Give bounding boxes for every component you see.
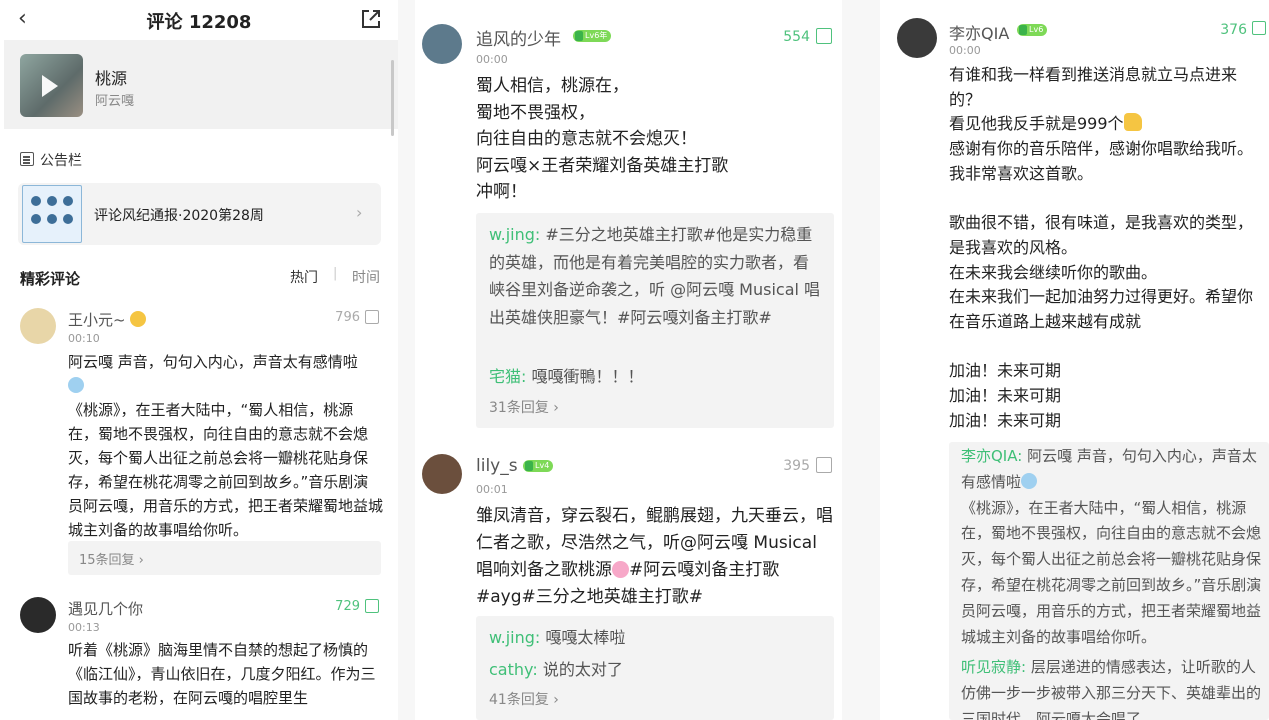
play-icon[interactable]: [42, 75, 58, 97]
reply-preview[interactable]: w.jing: #三分之地英雄主打歌#他是实力稳重的英雄，而他是有着完美唱腔的实…: [476, 213, 834, 428]
comment-username[interactable]: 王小元~: [68, 309, 147, 330]
level-badge: Lv6年: [573, 30, 612, 42]
level-badge: Lv4: [523, 460, 554, 472]
flower-emoji-icon: [612, 561, 629, 578]
reply-line: 宅猫: 嘎嘎衝鴨！！！: [489, 367, 644, 386]
comments-panel-middle: 追风的少年 Lv6年 00:00 554 蜀人相信，桃源在， 蜀地不畏强权， 向…: [415, 0, 842, 720]
reply-count[interactable]: 15条回复 ›: [79, 549, 144, 568]
bulletin-card[interactable]: 评论风纪通报·2020第28周 ›: [18, 183, 381, 245]
comment-username[interactable]: 遇见几个你: [68, 598, 143, 619]
song-card[interactable]: 桃源 阿云嘎: [4, 40, 398, 129]
song-title: 桃源: [95, 69, 128, 88]
thumbs-up-icon[interactable]: [1252, 21, 1266, 35]
share-icon[interactable]: [360, 8, 382, 30]
comment-time: 00:10: [68, 332, 100, 345]
comment-username[interactable]: lily_s: [476, 456, 518, 476]
reply-line: w.jing: 嘎嘎太棒啦: [489, 628, 626, 647]
reply-line: w.jing: #三分之地英雄主打歌#他是实力稳重的英雄，而他是有着完美唱腔的实…: [489, 225, 821, 327]
comment-body: 有谁和我一样看到推送消息就立马点进来的？ 看见他我反手就是999个 感谢有你的音…: [949, 65, 1254, 430]
song-artist[interactable]: 阿云嘎: [95, 90, 134, 109]
crying-emoji-icon: [68, 377, 84, 393]
thumbs-up-icon[interactable]: [365, 310, 379, 324]
reply-line: 听见寂静: 层层递进的情感表达，让听歌的人仿佛一步一步被带入那三分天下、英雄辈出…: [961, 658, 1262, 720]
comment-time: 00:01: [476, 483, 508, 496]
like-count: 376: [1220, 22, 1247, 38]
comment-time: 00:00: [949, 44, 981, 57]
reply-preview[interactable]: w.jing: 嘎嘎太棒啦 cathy: 说的太对了 41条回复 ›: [476, 616, 834, 720]
reply-preview[interactable]: 15条回复 ›: [68, 541, 381, 575]
album-cover[interactable]: [20, 54, 83, 117]
reply-line: 李亦QIA: 阿云嘎 声音，句句入内心，声音太有感情啦 《桃源》，在王者大陆中，…: [961, 447, 1262, 646]
notice-label: 公告栏: [40, 153, 82, 169]
avatar[interactable]: [20, 597, 56, 633]
crying-emoji-icon: [1021, 472, 1038, 489]
comment-time: 00:00: [476, 53, 508, 66]
like-count: 554: [783, 29, 810, 45]
thinking-emoji-icon: [130, 311, 147, 327]
document-icon: [20, 152, 34, 166]
comment-username[interactable]: 李亦QIA: [949, 20, 1009, 44]
bulletin-thumbnail: [22, 185, 82, 243]
reply-count[interactable]: 31条回复 ›: [489, 397, 559, 417]
comment-body: 蜀人相信，桃源在， 蜀地不畏强权， 向往自由的意志就不会熄灭！ 阿云嘎×王者荣耀…: [476, 76, 729, 202]
avatar[interactable]: [422, 24, 462, 64]
avatar[interactable]: [20, 308, 56, 344]
avatar[interactable]: [897, 18, 937, 58]
section-title: 精彩评论: [20, 270, 81, 288]
thumbs-up-emoji-icon: [1123, 113, 1142, 132]
comment-body: 听着《桃源》脑海里情不自禁的想起了杨慎的《临江仙》，青山依旧在，几度夕阳红。作为…: [68, 641, 376, 707]
like-count: 729: [335, 599, 360, 614]
comment-username[interactable]: 追风的少年: [476, 25, 561, 50]
comment-body: 阿云嘎 声音，句句入内心，声音太有感情啦 《桃源》，在王者大陆中，“蜀人相信，桃…: [68, 353, 384, 539]
thumbs-up-icon[interactable]: [816, 28, 832, 44]
like-count: 796: [335, 310, 360, 325]
thumbs-up-icon[interactable]: [365, 599, 379, 613]
page-title: 评论 12208: [146, 12, 252, 33]
panel-divider: [842, 0, 880, 720]
bulletin-title: 评论风纪通报·2020第28周: [94, 208, 264, 224]
comments-panel-left: ‹ 评论 12208 桃源 阿云嘎 公告栏 评论风纪通报·2020第28周 › …: [0, 0, 398, 720]
sort-divider: |: [333, 266, 338, 281]
like-count: 395: [783, 458, 810, 474]
comment-time: 00:13: [68, 621, 100, 634]
chevron-right-icon: ›: [356, 203, 363, 222]
reply-count[interactable]: 41条回复 ›: [489, 689, 559, 709]
level-badge: Lv6: [1017, 24, 1048, 36]
scrollbar[interactable]: [391, 60, 394, 136]
sort-time-tab[interactable]: 时间: [352, 267, 380, 287]
panel-divider: [398, 0, 415, 720]
reply-preview[interactable]: 李亦QIA: 阿云嘎 声音，句句入内心，声音太有感情啦 《桃源》，在王者大陆中，…: [949, 442, 1269, 720]
comment-body: 雏凤清音，穿云裂石，鲲鹏展翅，九天垂云，唱仁者之歌，尽浩然之气，听@阿云嘎 Mu…: [476, 506, 833, 607]
comments-panel-right: 李亦QIA Lv6 00:00 376 有谁和我一样看到推送消息就立马点进来的？…: [880, 0, 1269, 720]
top-bar: ‹ 评论 12208: [0, 0, 398, 38]
thumbs-up-icon[interactable]: [816, 457, 832, 473]
sort-hot-tab[interactable]: 热门: [290, 267, 318, 287]
avatar[interactable]: [422, 454, 462, 494]
reply-line: cathy: 说的太对了: [489, 660, 623, 679]
